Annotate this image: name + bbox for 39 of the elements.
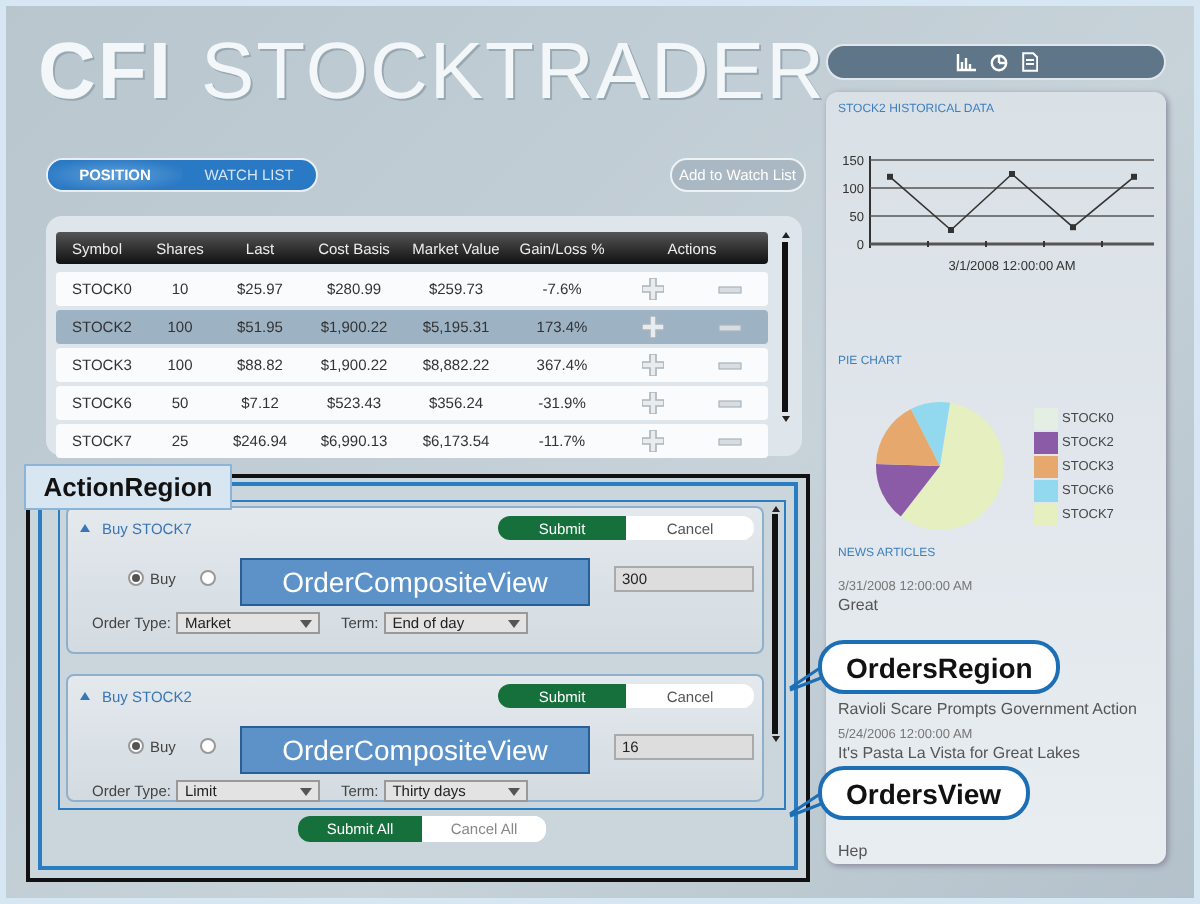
callout-label: OrdersView	[818, 766, 1030, 820]
article-title[interactable]: Hep	[838, 842, 1154, 860]
dropdown-arrow-icon	[508, 619, 521, 627]
data-point	[1131, 173, 1137, 180]
app-logo-text: CFI	[38, 26, 173, 118]
plus-icon[interactable]	[642, 278, 665, 300]
dropdown-arrow-icon	[508, 787, 521, 795]
pie-chart	[876, 402, 1004, 530]
view-label: OrderCompositeView	[240, 726, 590, 774]
plus-icon[interactable]	[642, 316, 665, 338]
data-point	[887, 173, 893, 180]
minus-icon[interactable]	[717, 323, 742, 331]
article-title[interactable]: Great	[838, 596, 1154, 614]
dropdown-arrow-icon	[300, 619, 313, 627]
view-label: OrderCompositeView	[240, 558, 590, 606]
minus-icon[interactable]	[717, 285, 742, 293]
plus-icon[interactable]	[642, 430, 665, 452]
region-label: ActionRegion	[24, 464, 232, 510]
bar-chart-icon[interactable]	[955, 53, 975, 71]
pie-chart-icon[interactable]	[989, 53, 1007, 71]
radio-button[interactable]	[199, 738, 216, 754]
minus-icon[interactable]	[717, 361, 742, 369]
plus-icon[interactable]	[642, 354, 665, 376]
data-point	[1009, 171, 1015, 177]
radio-button[interactable]	[199, 570, 216, 586]
dropdown-arrow-icon	[300, 787, 313, 795]
document-icon[interactable]	[1021, 52, 1037, 72]
collapse-icon[interactable]	[80, 524, 90, 532]
callout-label: OrdersRegion	[818, 640, 1061, 694]
article-title[interactable]: Ravioli Scare Prompts Government Action	[838, 700, 1154, 718]
data-point	[1070, 224, 1076, 231]
data-point	[948, 227, 954, 233]
y-axis	[869, 155, 871, 249]
collapse-icon[interactable]	[80, 692, 90, 700]
minus-icon[interactable]	[717, 437, 742, 445]
minus-icon[interactable]	[717, 399, 742, 407]
article-title[interactable]: It's Pasta La Vista for Great Lakes	[838, 744, 1154, 762]
plus-icon[interactable]	[642, 392, 665, 414]
app-title: STOCKTRADER	[200, 26, 826, 118]
